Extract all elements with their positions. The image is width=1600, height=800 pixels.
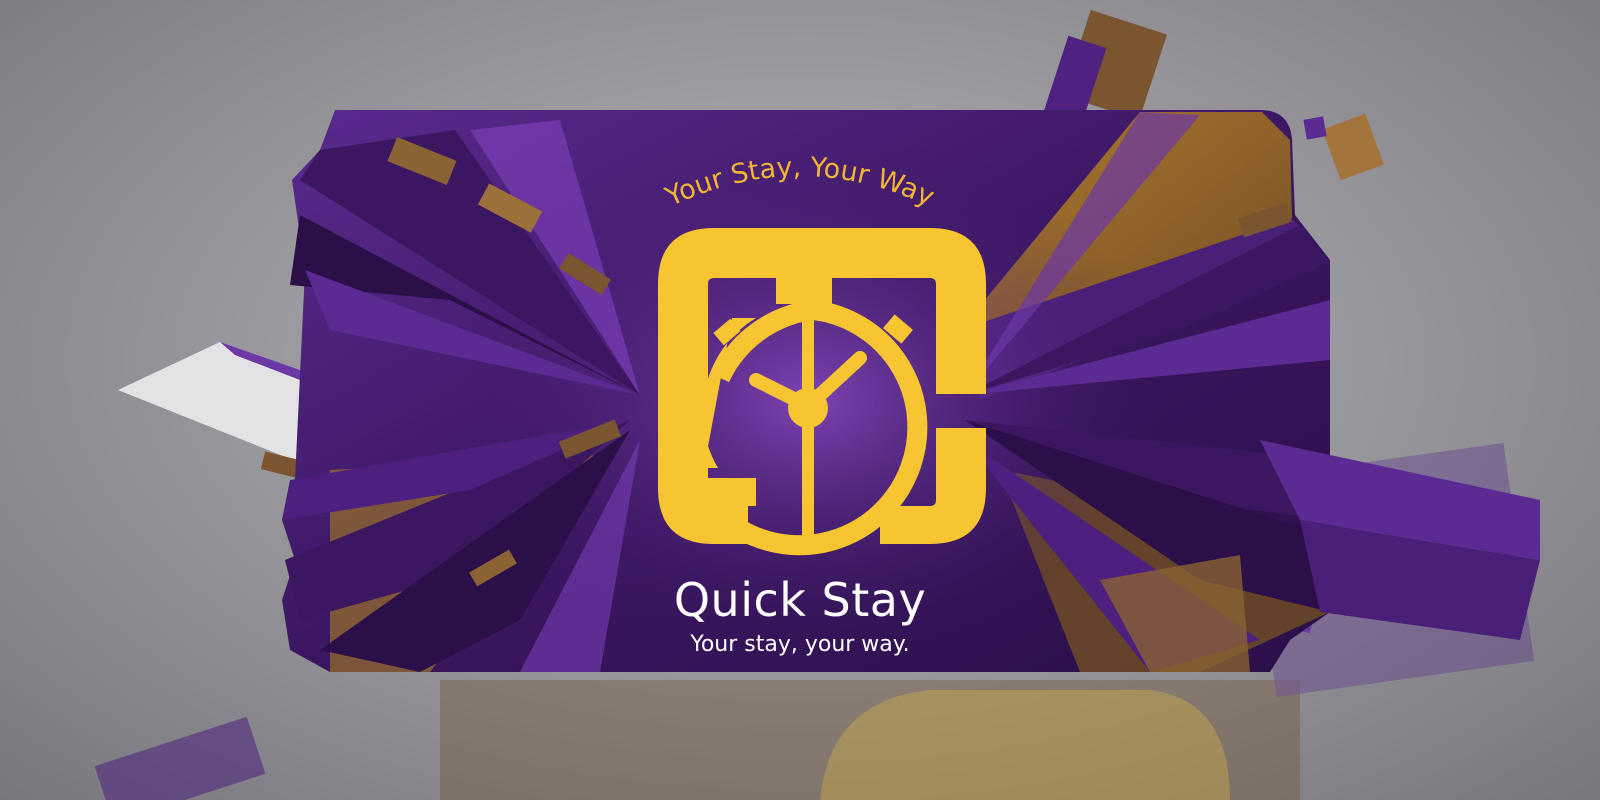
- tagline-top: Your Stay, Your Way: [660, 152, 939, 213]
- clock-in-rounded-square-icon: [658, 228, 986, 556]
- tagline-top-text: Your Stay, Your Way: [660, 152, 939, 213]
- brand-name: Quick Stay: [673, 573, 927, 627]
- banner-stage: Your Stay, Your Way Quick Stay Your stay…: [0, 0, 1600, 800]
- brand-slogan: Your stay, your way.: [690, 632, 910, 657]
